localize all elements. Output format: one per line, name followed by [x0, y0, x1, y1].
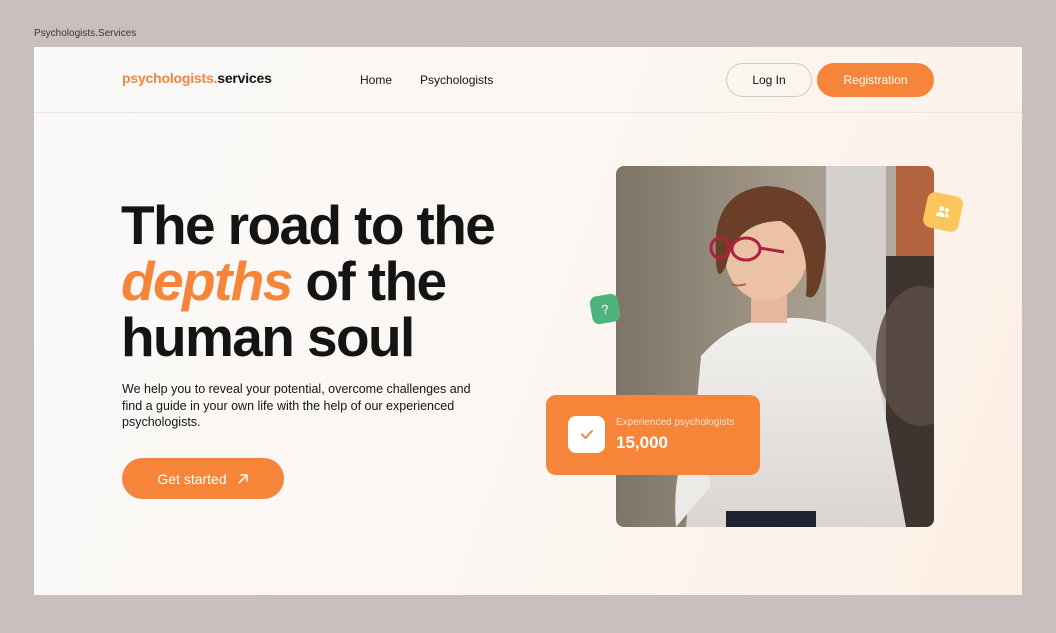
page-frame: psychologists.services Home Psychologist…	[34, 47, 1022, 595]
window-title: Psychologists.Services	[34, 28, 137, 39]
logo-accent: psychologists.	[122, 70, 218, 86]
hero-headline: The road to the depths of the human soul	[121, 194, 496, 368]
headline-line-1: The road to the	[121, 194, 496, 256]
logo[interactable]: psychologists.services	[122, 70, 272, 86]
logo-rest: services	[217, 70, 272, 86]
headline-accent-word: depths	[121, 250, 293, 312]
stat-label: Experienced psychologists	[616, 417, 735, 428]
nav-home[interactable]: Home	[360, 73, 392, 87]
get-started-button[interactable]: Get started	[122, 458, 284, 499]
stat-value: 15,000	[616, 433, 668, 452]
users-badge	[921, 190, 965, 234]
headline-line-3: human soul	[121, 306, 415, 368]
question-badge: ?	[588, 292, 622, 326]
stat-card: Experienced psychologists 15,000	[546, 395, 760, 475]
stat-check-box	[568, 416, 605, 453]
users-icon	[935, 206, 949, 218]
question-mark-icon: ?	[600, 300, 610, 318]
check-icon	[580, 430, 593, 439]
nav-psychologists[interactable]: Psychologists	[420, 73, 493, 87]
headline-line-2: of the	[291, 250, 447, 312]
main-nav: Home Psychologists	[360, 73, 493, 87]
login-button[interactable]: Log In	[726, 63, 812, 97]
get-started-label: Get started	[157, 470, 227, 487]
registration-button[interactable]: Registration	[817, 63, 934, 97]
hero-description: We help you to reveal your potential, ov…	[122, 382, 471, 429]
arrow-up-right-icon	[237, 473, 248, 484]
site-header: psychologists.services Home Psychologist…	[34, 47, 1022, 113]
